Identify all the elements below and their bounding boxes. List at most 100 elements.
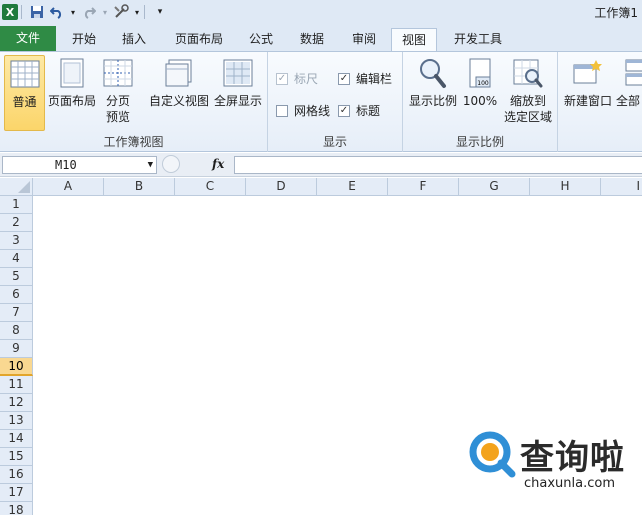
- full-screen-icon: [222, 57, 254, 89]
- column-header-d[interactable]: D: [246, 178, 317, 196]
- window-title: 工作簿1: [594, 6, 638, 20]
- customize-qat-icon[interactable]: ▾: [152, 4, 168, 20]
- row-header-6[interactable]: 6: [0, 286, 33, 304]
- gridlines-checkbox[interactable]: 网格线: [276, 102, 330, 119]
- ruler-check-icon: ✓: [276, 72, 288, 85]
- gridlines-label: 网格线: [294, 104, 331, 118]
- magnifier-icon: [417, 57, 449, 89]
- tab-insert[interactable]: 插入: [114, 28, 154, 51]
- column-header-i[interactable]: I: [601, 178, 642, 196]
- ruler-label: 标尺: [294, 72, 319, 86]
- tab-data[interactable]: 数据: [292, 28, 332, 51]
- save-icon[interactable]: [29, 4, 45, 20]
- svg-text:100: 100: [477, 80, 489, 87]
- page-layout-label: 页面布局: [47, 94, 96, 108]
- row-header-10[interactable]: 10: [0, 358, 33, 376]
- column-header-c[interactable]: C: [175, 178, 246, 196]
- watermark-name: 查询啦: [520, 438, 625, 478]
- zoom-100-label: 100%: [462, 94, 498, 108]
- arrange-all-icon: [624, 57, 642, 89]
- insert-function-icon[interactable]: fx: [212, 157, 224, 171]
- full-screen-button[interactable]: 全屏显示: [212, 55, 264, 131]
- arrange-all-button[interactable]: 全部: [616, 55, 642, 131]
- ribbon-tabs: 文件 开始 插入 页面布局 公式 数据 审阅 视图 开发工具: [0, 24, 642, 52]
- normal-view-button[interactable]: 普通: [4, 55, 45, 131]
- tools-icon[interactable]: [113, 4, 129, 20]
- column-header-a[interactable]: A: [33, 178, 104, 196]
- ribbon: 普通 页面布局 分页 预览 自定义视图 全屏显示 工作簿视图 ✓ 标尺 ✓ 编辑…: [0, 51, 642, 152]
- group-label-workbook-views: 工作簿视图: [103, 135, 164, 149]
- gridlines-check-icon: [276, 104, 288, 117]
- formula-bar-resize-handle[interactable]: [162, 155, 180, 173]
- custom-views-icon: [163, 57, 195, 89]
- name-box[interactable]: M10 ▼: [2, 156, 157, 174]
- page-break-label-1: 分页: [105, 94, 130, 108]
- tab-formulas[interactable]: 公式: [242, 28, 280, 51]
- arrange-all-label: 全部: [616, 94, 641, 108]
- custom-views-button[interactable]: 自定义视图: [148, 55, 210, 131]
- headings-checkbox[interactable]: ✓ 标题: [338, 102, 380, 119]
- row-header-13[interactable]: 13: [0, 412, 33, 430]
- formula-bar-check-icon: ✓: [338, 72, 350, 85]
- tab-view[interactable]: 视图: [391, 28, 437, 52]
- select-all-corner[interactable]: [0, 178, 33, 196]
- ruler-checkbox[interactable]: ✓ 标尺: [276, 70, 318, 87]
- row-header-5[interactable]: 5: [0, 268, 33, 286]
- column-header-b[interactable]: B: [104, 178, 175, 196]
- undo-icon[interactable]: [49, 4, 65, 20]
- redo-icon[interactable]: [81, 4, 97, 20]
- row-header-3[interactable]: 3: [0, 232, 33, 250]
- row-header-7[interactable]: 7: [0, 304, 33, 322]
- page-layout-view-button[interactable]: 页面布局: [47, 55, 97, 131]
- page-100-icon: 100: [464, 57, 496, 89]
- page-layout-icon: [56, 57, 88, 89]
- formula-bar-checkbox[interactable]: ✓ 编辑栏: [338, 70, 392, 87]
- group-window: 新建窗口 全部: [558, 52, 642, 152]
- tab-file[interactable]: 文件: [0, 26, 56, 51]
- page-break-preview-button[interactable]: 分页 预览: [99, 55, 137, 131]
- redo-dropdown-icon[interactable]: ▾: [101, 4, 109, 20]
- normal-view-icon: [9, 58, 41, 90]
- row-header-18[interactable]: 18: [0, 502, 33, 515]
- tab-home[interactable]: 开始: [64, 28, 104, 51]
- zoom-selection-icon: [512, 57, 544, 89]
- column-header-g[interactable]: G: [459, 178, 530, 196]
- row-header-8[interactable]: 8: [0, 322, 33, 340]
- tools-dropdown-icon[interactable]: ▾: [133, 4, 141, 20]
- zoom-100-button[interactable]: 100 100%: [461, 55, 499, 131]
- tab-developer[interactable]: 开发工具: [448, 28, 508, 51]
- column-header-e[interactable]: E: [317, 178, 388, 196]
- headings-check-icon: ✓: [338, 104, 350, 117]
- row-header-11[interactable]: 11: [0, 376, 33, 394]
- qat-separator: [144, 5, 145, 19]
- name-box-value: M10: [55, 158, 77, 172]
- zoom-to-selection-button[interactable]: 缩放到 选定区域: [502, 55, 554, 131]
- page-break-label-2: 预览: [105, 110, 130, 124]
- new-window-button[interactable]: 新建窗口: [562, 55, 614, 131]
- formula-input[interactable]: [234, 156, 642, 174]
- zoom-button[interactable]: 显示比例: [407, 55, 459, 131]
- row-header-4[interactable]: 4: [0, 250, 33, 268]
- formula-bar: M10 ▼ fx: [0, 153, 642, 177]
- row-header-15[interactable]: 15: [0, 448, 33, 466]
- row-header-16[interactable]: 16: [0, 466, 33, 484]
- row-header-17[interactable]: 17: [0, 484, 33, 502]
- tab-review[interactable]: 审阅: [344, 28, 384, 51]
- new-window-label: 新建窗口: [563, 94, 612, 108]
- row-header-12[interactable]: 12: [0, 394, 33, 412]
- undo-dropdown-icon[interactable]: ▾: [69, 4, 77, 20]
- tab-page-layout[interactable]: 页面布局: [168, 28, 230, 51]
- row-header-14[interactable]: 14: [0, 430, 33, 448]
- row-header-1[interactable]: 1: [0, 196, 33, 214]
- column-header-h[interactable]: H: [530, 178, 601, 196]
- group-workbook-views: 普通 页面布局 分页 预览 自定义视图 全屏显示 工作簿视图: [0, 52, 268, 152]
- group-zoom: 显示比例 100 100% 缩放到 选定区域 显示比例: [403, 52, 558, 152]
- name-box-dropdown-icon[interactable]: ▼: [148, 157, 153, 173]
- zoom-selection-label-2: 选定区域: [503, 110, 552, 124]
- group-label-show: 显示: [322, 135, 347, 149]
- row-header-2[interactable]: 2: [0, 214, 33, 232]
- column-header-f[interactable]: F: [388, 178, 459, 196]
- excel-logo-icon[interactable]: X: [2, 4, 18, 20]
- headings-label: 标题: [356, 104, 381, 118]
- row-header-9[interactable]: 9: [0, 340, 33, 358]
